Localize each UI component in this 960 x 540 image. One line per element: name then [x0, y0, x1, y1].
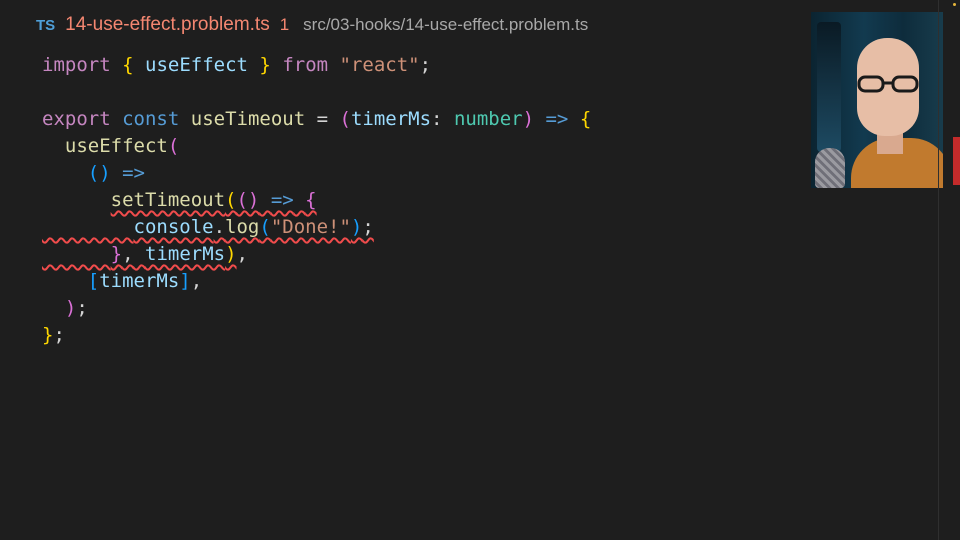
bracket: ) [225, 243, 237, 265]
code-editor[interactable]: import { useEffect } from "react"; expor… [42, 52, 591, 349]
bracket: [ [87, 270, 100, 292]
object-name: console [133, 216, 214, 238]
status-dot-icon [953, 3, 956, 6]
code-line-1: import { useEffect } from "react"; [42, 52, 591, 79]
arrow: => [270, 189, 294, 211]
dependency: timerMs [99, 270, 180, 292]
webcam-overlay [811, 12, 943, 188]
function-call: setTimeout [110, 189, 226, 211]
bracket: { [579, 108, 592, 130]
string-literal: "Done!" [270, 216, 351, 238]
error-count-badge: 1 [279, 15, 290, 34]
code-line-9: [timerMs], [42, 268, 591, 295]
bracket: ) [64, 297, 77, 319]
hook-name: useTimeout [190, 108, 306, 130]
bracket: ( [259, 216, 271, 238]
semicolon: ; [76, 297, 88, 319]
bracket: ( [225, 189, 237, 211]
bracket: { [305, 189, 317, 211]
error-squiggle[interactable]: console.log("Done!"); [42, 216, 374, 238]
bracket: ] [179, 270, 191, 292]
bracket: } [259, 54, 271, 76]
bracket: ( [167, 135, 180, 157]
scrollbar-divider [938, 0, 939, 540]
code-line-3: export const useTimeout = (timerMs: numb… [42, 106, 591, 133]
export-keyword: export [42, 108, 111, 130]
code-line-10: ); [42, 295, 591, 322]
bracket: { [122, 54, 134, 76]
bracket: ) [522, 108, 535, 130]
error-squiggle[interactable]: setTimeout(() => { [111, 189, 317, 211]
comma: , [122, 243, 134, 265]
import-name: useEffect [145, 54, 248, 76]
operator: = [316, 108, 329, 130]
bracket: () [87, 162, 111, 184]
argument: timerMs [145, 243, 226, 265]
file-path: src/03-hooks/14-use-effect.problem.ts [303, 15, 589, 34]
error-squiggle[interactable]: }, timerMs) [42, 243, 237, 265]
microphone-icon [815, 148, 845, 188]
import-keyword: import [42, 54, 111, 76]
method-call: log [225, 216, 260, 238]
semicolon: ; [419, 54, 432, 76]
scrollbar-error-marker[interactable] [953, 137, 960, 185]
function-call: useEffect [64, 135, 168, 157]
code-line-6: setTimeout(() => { [42, 187, 591, 214]
webcam-lamp [817, 22, 841, 152]
code-line-8: }, timerMs), [42, 241, 591, 268]
arrow: => [122, 162, 145, 184]
arrow: => [545, 108, 569, 130]
semicolon: ; [53, 324, 65, 346]
typescript-file-icon: TS [36, 17, 56, 34]
comma: , [190, 270, 203, 292]
code-line-4: useEffect( [42, 133, 591, 160]
editor-tab-header: TS 14-use-effect.problem.ts 1 src/03-hoo… [36, 14, 588, 40]
colon: : [431, 108, 443, 130]
const-keyword: const [122, 108, 180, 130]
code-line-11: }; [42, 322, 591, 349]
bracket: ( [339, 108, 351, 130]
code-line-5: () => [42, 160, 591, 187]
bracket: } [42, 324, 54, 346]
module-string: "react" [339, 54, 420, 76]
dot: . [213, 216, 226, 238]
bracket: } [110, 243, 123, 265]
semicolon: ; [362, 216, 374, 238]
from-keyword: from [282, 54, 329, 76]
type-annotation: number [453, 108, 523, 130]
bracket: ) [350, 216, 363, 238]
glasses-icon [857, 75, 919, 93]
parameter: timerMs [350, 108, 432, 130]
comma: , [236, 243, 248, 265]
bracket: () [236, 189, 260, 211]
code-line-7: console.log("Done!"); [42, 214, 591, 241]
file-name[interactable]: 14-use-effect.problem.ts [65, 14, 270, 36]
